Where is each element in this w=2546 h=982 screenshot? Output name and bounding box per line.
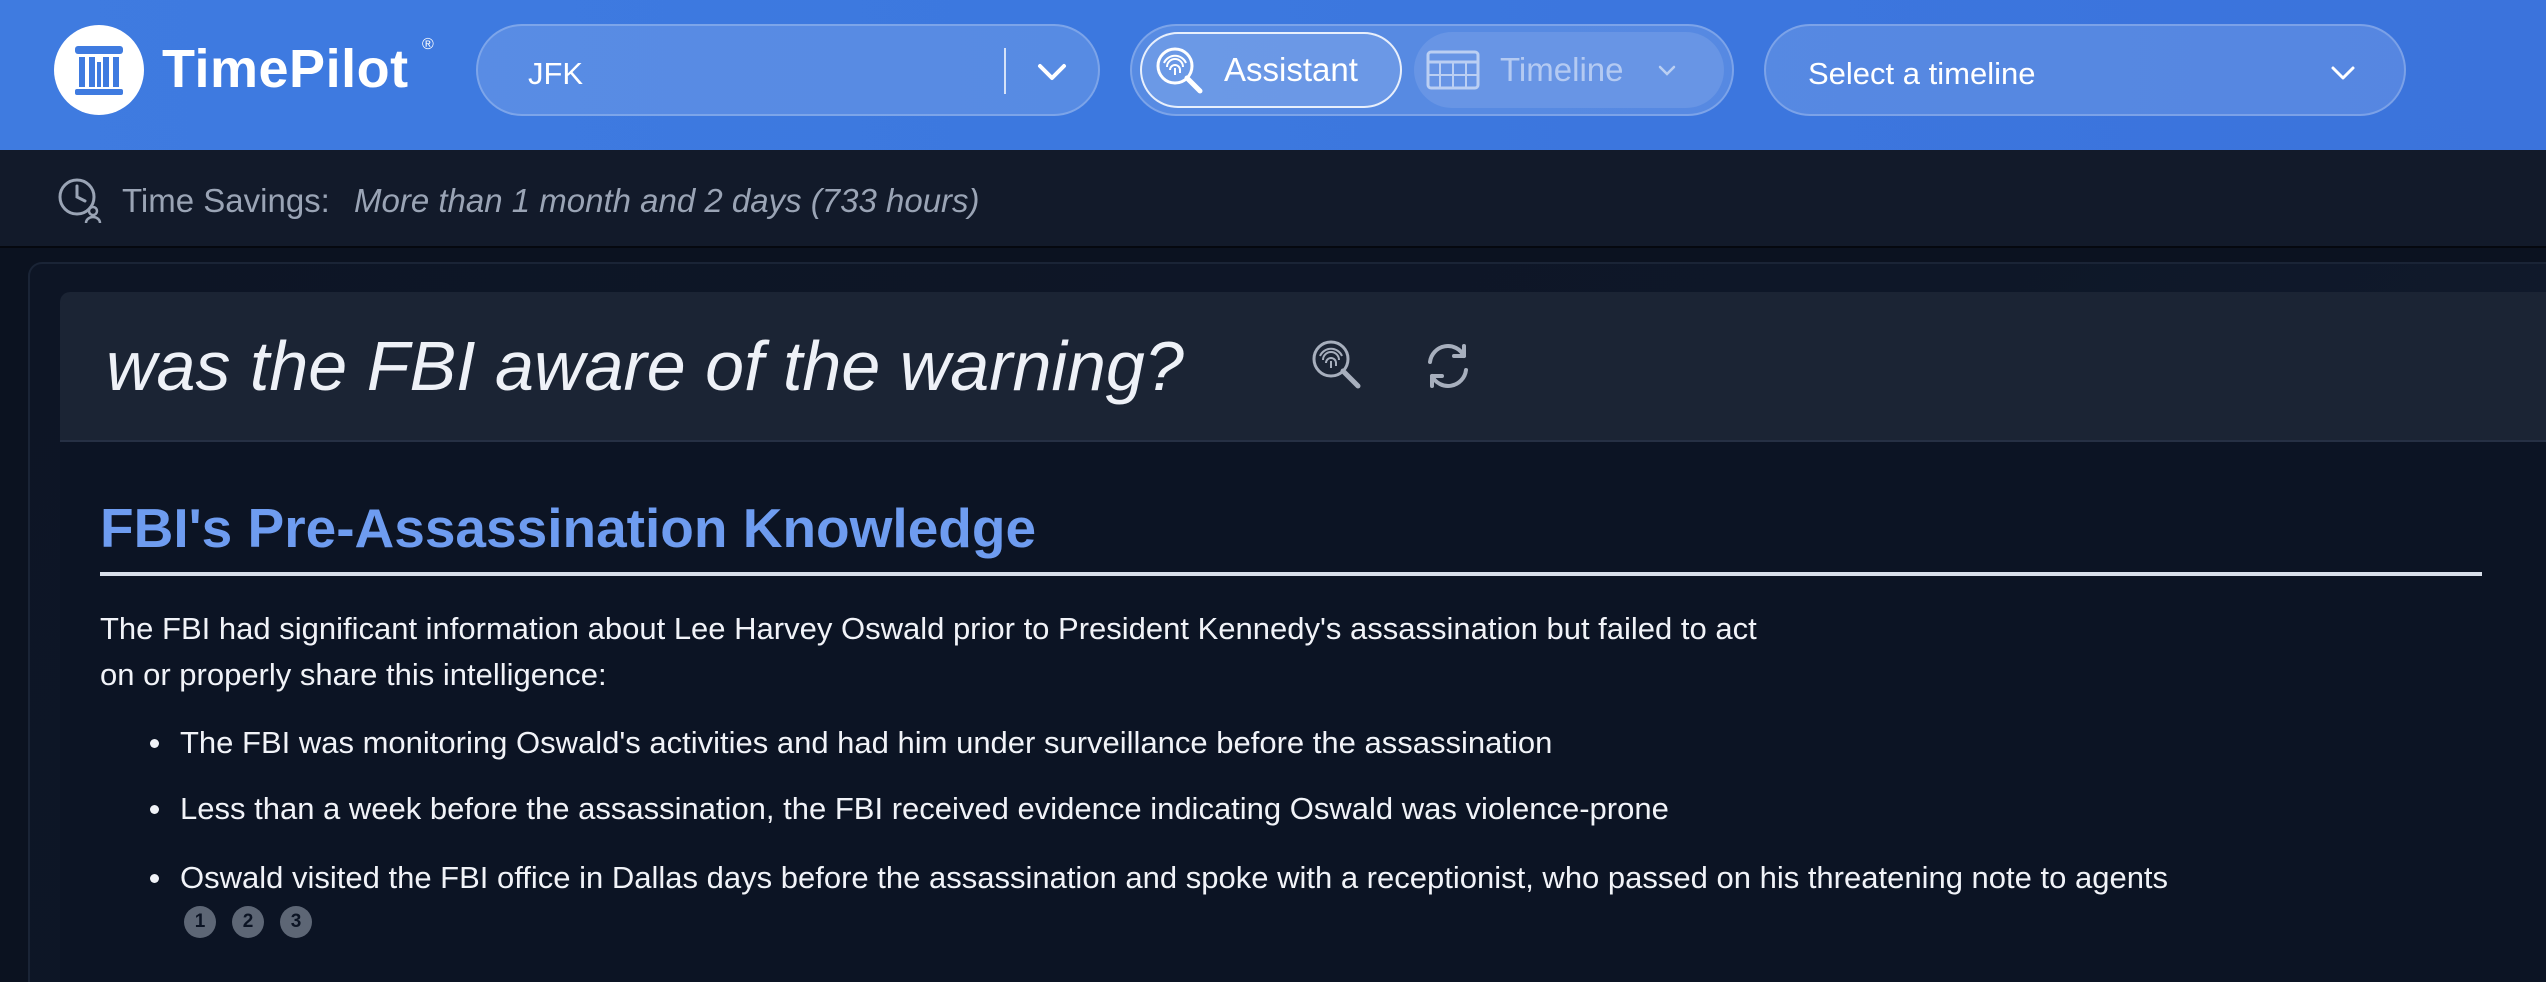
- mode-switcher: Assistant Timeline: [1130, 24, 1734, 116]
- project-select[interactable]: JFK: [476, 24, 1100, 116]
- timeline-mode-button[interactable]: Timeline: [1414, 32, 1724, 108]
- time-savings-value: More than 1 month and 2 days (733 hours): [354, 182, 980, 219]
- answer-intro: The FBI had significant information abou…: [100, 606, 2100, 698]
- refresh-icon[interactable]: [1422, 340, 1474, 392]
- fingerprint-search-icon[interactable]: [1308, 336, 1364, 392]
- timeline-mode-label: Timeline: [1500, 51, 1624, 88]
- logo[interactable]: [54, 25, 144, 115]
- time-savings-label: Time Savings:: [122, 182, 330, 219]
- calendar-grid-icon: [1426, 50, 1480, 90]
- timeline-select-value: Select a timeline: [1808, 56, 2036, 91]
- list-item: Less than a week before the assassinatio…: [150, 786, 1669, 832]
- timeline-select[interactable]: Select a timeline: [1764, 24, 2406, 116]
- time-savings-bar: Time Savings: More than 1 month and 2 da…: [0, 150, 2546, 248]
- answer-intro-line-1: The FBI had significant information abou…: [100, 611, 1757, 646]
- answer-intro-line-2: on or properly share this intelligence:: [100, 657, 607, 692]
- pillars-logo-icon: [75, 46, 123, 95]
- list-item: The FBI was monitoring Oswald's activiti…: [149, 720, 1552, 766]
- fingerprint-search-icon: [1156, 47, 1203, 94]
- list-item: Oswald visited the FBI office in Dallas …: [149, 855, 2168, 901]
- chevron-down-icon: [1659, 65, 1676, 76]
- title-divider: [100, 572, 2482, 576]
- citation-badge-3[interactable]: 3: [280, 906, 312, 938]
- chevron-down-icon[interactable]: [2326, 56, 2360, 90]
- project-select-value: JFK: [528, 56, 584, 91]
- brand-name: TimePilot: [162, 39, 409, 99]
- citation-badge-1[interactable]: 1: [184, 906, 216, 938]
- assistant-mode-button[interactable]: Assistant: [1140, 32, 1402, 108]
- answer-title: FBI's Pre-Assassination Knowledge: [100, 497, 1037, 559]
- clock-user-icon: [58, 178, 102, 224]
- citation-badge-2[interactable]: 2: [232, 906, 264, 938]
- registered-mark: ®: [422, 36, 434, 53]
- chevron-down-icon[interactable]: [1034, 54, 1070, 90]
- assistant-mode-label: Assistant: [1224, 51, 1358, 88]
- top-header: TimePilot ® JFK Assistant Timeline Selec…: [0, 0, 2546, 150]
- select-divider: [1004, 48, 1006, 94]
- question-text: was the FBI aware of the warning?: [106, 327, 1184, 405]
